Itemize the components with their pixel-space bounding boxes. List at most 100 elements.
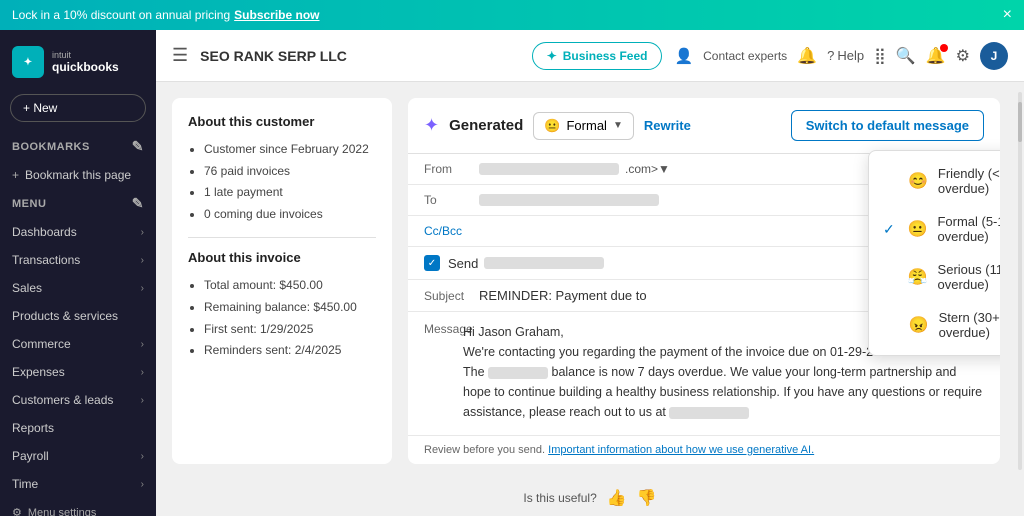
tone-option-serious[interactable]: 😤 Serious (11+ days overdue) <box>869 253 1000 301</box>
ai-info-link[interactable]: Important information about how we use g… <box>548 444 814 456</box>
list-item: Remaining balance: $450.00 <box>204 297 376 319</box>
right-scrollbar <box>1016 82 1024 480</box>
list-item: Customer since February 2022 <box>204 139 376 161</box>
chevron-right-icon: › <box>141 451 144 462</box>
gear-icon: ⚙ <box>12 506 22 516</box>
send-details-blurred <box>484 257 604 269</box>
tone-selected-label: Formal <box>566 118 606 133</box>
tone-formal-label: Formal (5-10 days overdue) <box>937 214 1000 244</box>
hamburger-icon[interactable]: ☰ <box>172 45 188 66</box>
grid-icon[interactable]: ⣿ <box>874 46 886 66</box>
nav-icons: 👤 Contact experts 🔔 ? Help ⣿ 🔍 🔔 ⚙ J <box>674 42 1008 70</box>
bookmark-page-label: Bookmark this page <box>25 168 144 182</box>
tone-menu: 😊 Friendly (<5 days overdue) ✓ 😐 Formal … <box>868 150 1000 356</box>
bookmarks-edit-icon[interactable]: ✎ <box>132 138 144 155</box>
banner-close-button[interactable]: × <box>1003 6 1012 24</box>
company-blurred <box>488 367 548 379</box>
about-invoice-title: About this invoice <box>188 250 376 265</box>
check-icon: ✓ <box>883 221 898 238</box>
chevron-right-icon: › <box>141 395 144 406</box>
logo-text: intuit quickbooks <box>52 50 119 74</box>
sidebar-item-time[interactable]: Time › <box>0 470 156 498</box>
tone-option-formal[interactable]: ✓ 😐 Formal (5-10 days overdue) <box>869 205 1000 253</box>
notification-icon[interactable]: 🔔 <box>926 46 946 66</box>
from-label: From <box>424 162 479 176</box>
sidebar-item-expenses[interactable]: Expenses › <box>0 358 156 386</box>
footer-text: Review before you send. <box>424 444 545 456</box>
switch-default-message-button[interactable]: Switch to default message <box>791 110 984 141</box>
invoice-details-list: Total amount: $450.00 Remaining balance:… <box>188 275 376 361</box>
avatar[interactable]: J <box>980 42 1008 70</box>
scroll-thumb[interactable] <box>1018 102 1022 142</box>
sidebar-item-products[interactable]: Products & services <box>0 302 156 330</box>
from-address-domain: .com> <box>625 162 658 176</box>
card-divider <box>188 237 376 238</box>
list-item: 1 late payment <box>204 182 376 204</box>
ai-sparkle-icon: ✦ <box>424 115 439 136</box>
message-label: Message <box>408 312 463 435</box>
chevron-right-icon: › <box>141 339 144 350</box>
new-button[interactable]: + New <box>10 94 146 122</box>
sidebar-item-transactions[interactable]: Transactions › <box>0 246 156 274</box>
friendly-emoji: 😊 <box>908 171 928 191</box>
send-label: Send <box>448 256 478 271</box>
sidebar-item-dashboards[interactable]: Dashboards › <box>0 218 156 246</box>
contact-expert-icon: 👤 <box>674 47 693 65</box>
banner-text: Lock in a 10% discount on annual pricing <box>12 8 230 22</box>
tone-stern-label: Stern (30+ days overdue) <box>939 310 1000 340</box>
menu-settings-label: Menu settings <box>28 507 96 516</box>
search-icon[interactable]: 🔍 <box>896 46 916 66</box>
chevron-right-icon: › <box>141 283 144 294</box>
customer-details-list: Customer since February 2022 76 paid inv… <box>188 139 376 225</box>
plus-icon: + <box>12 168 19 182</box>
sidebar-item-commerce[interactable]: Commerce › <box>0 330 156 358</box>
subject-label: Subject <box>424 289 479 303</box>
logo-icon: ✦ <box>12 46 44 78</box>
sidebar: ✦ intuit quickbooks + New BOOKMARKS ✎ + … <box>0 30 156 516</box>
top-banner: Lock in a 10% discount on annual pricing… <box>0 0 1024 30</box>
chevron-right-icon: › <box>141 227 144 238</box>
menu-section-header: MENU ✎ <box>0 189 156 218</box>
list-item: First sent: 1/29/2025 <box>204 319 376 341</box>
logo-quickbooks: quickbooks <box>52 60 119 74</box>
compose-area: ✦ Generated 😐 Formal ▼ Rewrite Switch to… <box>408 98 1000 464</box>
business-feed-button[interactable]: ✦ Business Feed <box>532 42 663 70</box>
settings-icon[interactable]: ⚙ <box>956 46 970 66</box>
sidebar-item-bookmark-page[interactable]: + Bookmark this page <box>0 161 156 189</box>
chevron-right-icon: › <box>141 255 144 266</box>
cc-bcc-label[interactable]: Cc/Bcc <box>424 224 462 238</box>
about-customer-title: About this customer <box>188 114 376 129</box>
menu-settings[interactable]: ⚙ Menu settings <box>0 498 156 516</box>
sidebar-item-customers[interactable]: Customers & leads › <box>0 386 156 414</box>
from-chevron-icon[interactable]: ▼ <box>658 162 670 176</box>
contact-experts-label[interactable]: Contact experts <box>703 49 787 63</box>
list-item: Reminders sent: 2/4/2025 <box>204 340 376 362</box>
thumbs-down-button[interactable]: 👎 <box>637 488 657 508</box>
sidebar-item-reports[interactable]: Reports <box>0 414 156 442</box>
new-button-label: + New <box>23 101 57 115</box>
question-icon: ? <box>827 48 834 63</box>
tone-dropdown[interactable]: 😐 Formal ▼ <box>533 112 634 140</box>
tone-option-stern[interactable]: 😠 Stern (30+ days overdue) <box>869 301 1000 349</box>
compose-header: ✦ Generated 😐 Formal ▼ Rewrite Switch to… <box>408 98 1000 154</box>
from-address-blurred <box>479 163 619 175</box>
chevron-right-icon: › <box>141 367 144 378</box>
serious-emoji: 😤 <box>908 267 928 287</box>
tone-option-friendly[interactable]: 😊 Friendly (<5 days overdue) <box>869 157 1000 205</box>
to-address-blurred <box>479 194 659 206</box>
thumbs-up-button[interactable]: 👍 <box>607 488 627 508</box>
chevron-down-icon: ▼ <box>613 120 623 131</box>
tone-serious-label: Serious (11+ days overdue) <box>938 262 1000 292</box>
menu-edit-icon[interactable]: ✎ <box>132 195 144 212</box>
help-label: Help <box>837 48 864 63</box>
list-item: Total amount: $450.00 <box>204 275 376 297</box>
help-group[interactable]: ? Help <box>827 48 864 63</box>
send-checkbox[interactable]: ✓ <box>424 255 440 271</box>
rewrite-button[interactable]: Rewrite <box>644 118 691 133</box>
sidebar-item-payroll[interactable]: Payroll › <box>0 442 156 470</box>
banner-subscribe-link[interactable]: Subscribe now <box>234 8 319 22</box>
bell-icon[interactable]: 🔔 <box>797 46 817 66</box>
to-label: To <box>424 193 479 207</box>
useful-bar: Is this useful? 👍 👎 <box>156 480 1024 516</box>
sidebar-item-sales[interactable]: Sales › <box>0 274 156 302</box>
